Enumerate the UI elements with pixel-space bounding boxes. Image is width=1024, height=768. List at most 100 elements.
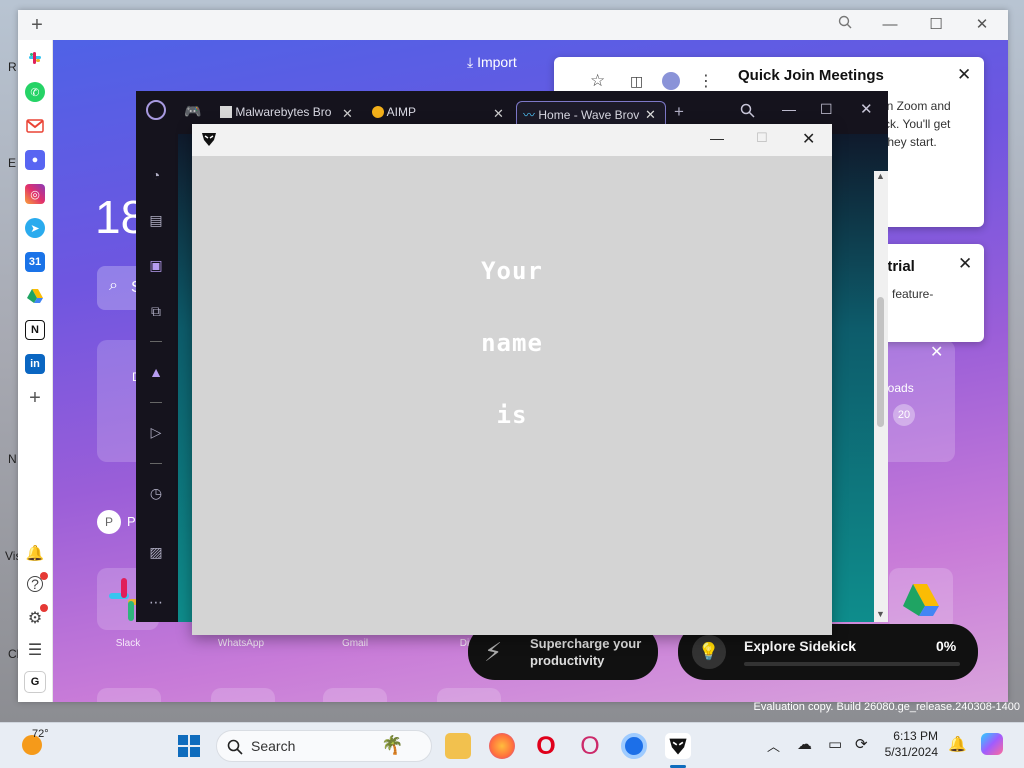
divider [150,463,162,464]
maximize-button[interactable]: ☐ [756,130,768,146]
more-options-icon[interactable]: ⋮ [698,71,714,91]
new-tab-button[interactable]: + [674,102,684,122]
profile-label: P [127,514,136,529]
maximize-button[interactable]: ☐ [820,101,833,118]
star-icon[interactable]: ☆ [590,71,605,91]
player-icon[interactable]: ▷ [146,422,166,442]
speed-dial-tile[interactable] [437,688,501,702]
progress-bar [744,662,960,666]
maximize-button[interactable]: ☐ [921,10,951,40]
downloads-label: loads [885,381,914,395]
banner-line2: productivity [530,653,605,668]
cloud-offline-icon[interactable]: ☁ [797,735,812,753]
evaluation-watermark: Evaluation copy. Build 26080.ge_release.… [753,701,1020,713]
twitch-icon[interactable]: ▣ [146,255,166,275]
palm-tree-icon: 🌴 [381,735,404,755]
notion-icon[interactable]: N [25,320,45,340]
speed-dial-tile[interactable] [97,688,161,702]
close-tab-icon[interactable]: ✕ [342,106,353,122]
display-icon[interactable]: ▭ [828,735,842,753]
clock-date[interactable]: 5/31/2024 [876,745,938,759]
whatsapp-icon[interactable]: ✆ [25,82,45,102]
game-app-icon[interactable] [665,733,691,759]
search-placeholder: Search [251,738,296,754]
minimize-button[interactable]: — [710,130,724,146]
import-button[interactable]: ⤓ Import [467,54,517,71]
copilot-icon[interactable] [981,733,1003,755]
history-icon[interactable]: ◷ [146,483,166,503]
search-box[interactable]: Search 🌴 [216,730,432,762]
scrollbar[interactable]: ▲ ▼ [874,171,888,622]
search-icon[interactable] [740,103,755,123]
bell-icon[interactable]: 🔔 [948,735,967,753]
slack-icon[interactable] [25,48,45,68]
linkedin-icon[interactable]: in [25,354,45,374]
search-icon: ⌕ [109,277,118,294]
favicon-icon [372,106,384,118]
close-button[interactable]: ✕ [860,100,873,118]
minimize-button[interactable]: — [875,10,905,40]
weather-temp[interactable]: 72° [32,728,49,740]
avatar[interactable] [662,72,680,90]
split-view-icon[interactable]: ◫ [630,73,643,90]
file-explorer-icon[interactable] [445,733,471,759]
desktop-icon-label: E [8,156,17,170]
more-icon[interactable]: ⋯ [146,592,166,612]
firefox-icon[interactable] [489,733,515,759]
speed-dial-tile[interactable] [323,688,387,702]
scrollbar-thumb[interactable] [877,297,884,427]
menu-icon[interactable]: ☰ [25,640,45,660]
close-icon[interactable]: ✕ [958,254,972,274]
gamepad-icon[interactable]: 🎮 [184,103,201,120]
close-icon[interactable]: ✕ [930,342,943,362]
game-canvas[interactable]: Your name is [192,156,832,635]
divider [150,402,162,403]
calendar-icon[interactable]: 31 [25,252,45,272]
speed-dial-tile[interactable] [211,688,275,702]
gmail-icon[interactable] [25,116,45,136]
scroll-down-icon[interactable]: ▼ [876,609,885,619]
opera-logo-icon[interactable] [146,100,166,120]
new-tab-button[interactable]: + [22,10,52,40]
instagram-icon[interactable]: ◎ [25,184,45,204]
close-tab-icon[interactable]: ✕ [645,107,656,123]
profile-avatar[interactable]: P [97,510,121,534]
game-window: — ☐ ✕ Your name is [192,124,832,635]
wave-browser-icon[interactable] [621,733,647,759]
close-button[interactable]: ✕ [802,129,815,149]
close-tab-icon[interactable]: ✕ [493,106,504,122]
aria-icon[interactable]: ⧉ [146,301,166,321]
bag-icon[interactable]: ▤ [146,210,166,230]
popup-text: feature- [892,287,934,301]
popup-text: ck. You'll get [884,117,951,131]
aria-ai-icon[interactable]: ▲ [146,362,166,382]
opera-gx-icon[interactable]: O [577,732,603,760]
close-icon[interactable]: ✕ [957,65,971,85]
settings-sync-icon[interactable]: ⟳ [855,735,868,753]
close-button[interactable]: ✕ [967,10,997,40]
opera-icon[interactable]: O [533,732,559,760]
popup-text: they start. [884,135,937,149]
progress-percent: 0% [936,638,957,654]
game-text-line: name [481,329,543,357]
avatar[interactable]: G [24,671,46,693]
search-icon[interactable] [830,10,860,40]
taskbar: 72° Search 🌴 O O ︿ ☁ ▭ ⟳ 6:13 PM 5/31/20… [0,722,1024,768]
app-label: Gmail [341,638,369,649]
game-logo-icon [200,130,218,153]
downloads-count-badge: 20 [893,404,915,426]
scroll-up-icon[interactable]: ▲ [876,171,885,181]
telegram-icon[interactable]: ➤ [25,218,45,238]
image-icon[interactable]: ▨ [146,542,166,562]
minimize-button[interactable]: — [782,101,796,117]
bell-icon[interactable]: 🔔 [25,543,45,563]
speed-dial-icon[interactable]: ◔ [146,165,166,185]
drive-icon[interactable] [25,286,45,306]
drive-app-tile[interactable] [889,568,953,630]
discord-icon[interactable]: ● [25,150,45,170]
banner-line1: Supercharge your [530,636,642,651]
chevron-up-icon[interactable]: ︿ [767,736,780,755]
start-button[interactable] [177,734,201,763]
add-app-button[interactable]: + [25,387,45,409]
clock-time[interactable]: 6:13 PM [884,729,938,743]
